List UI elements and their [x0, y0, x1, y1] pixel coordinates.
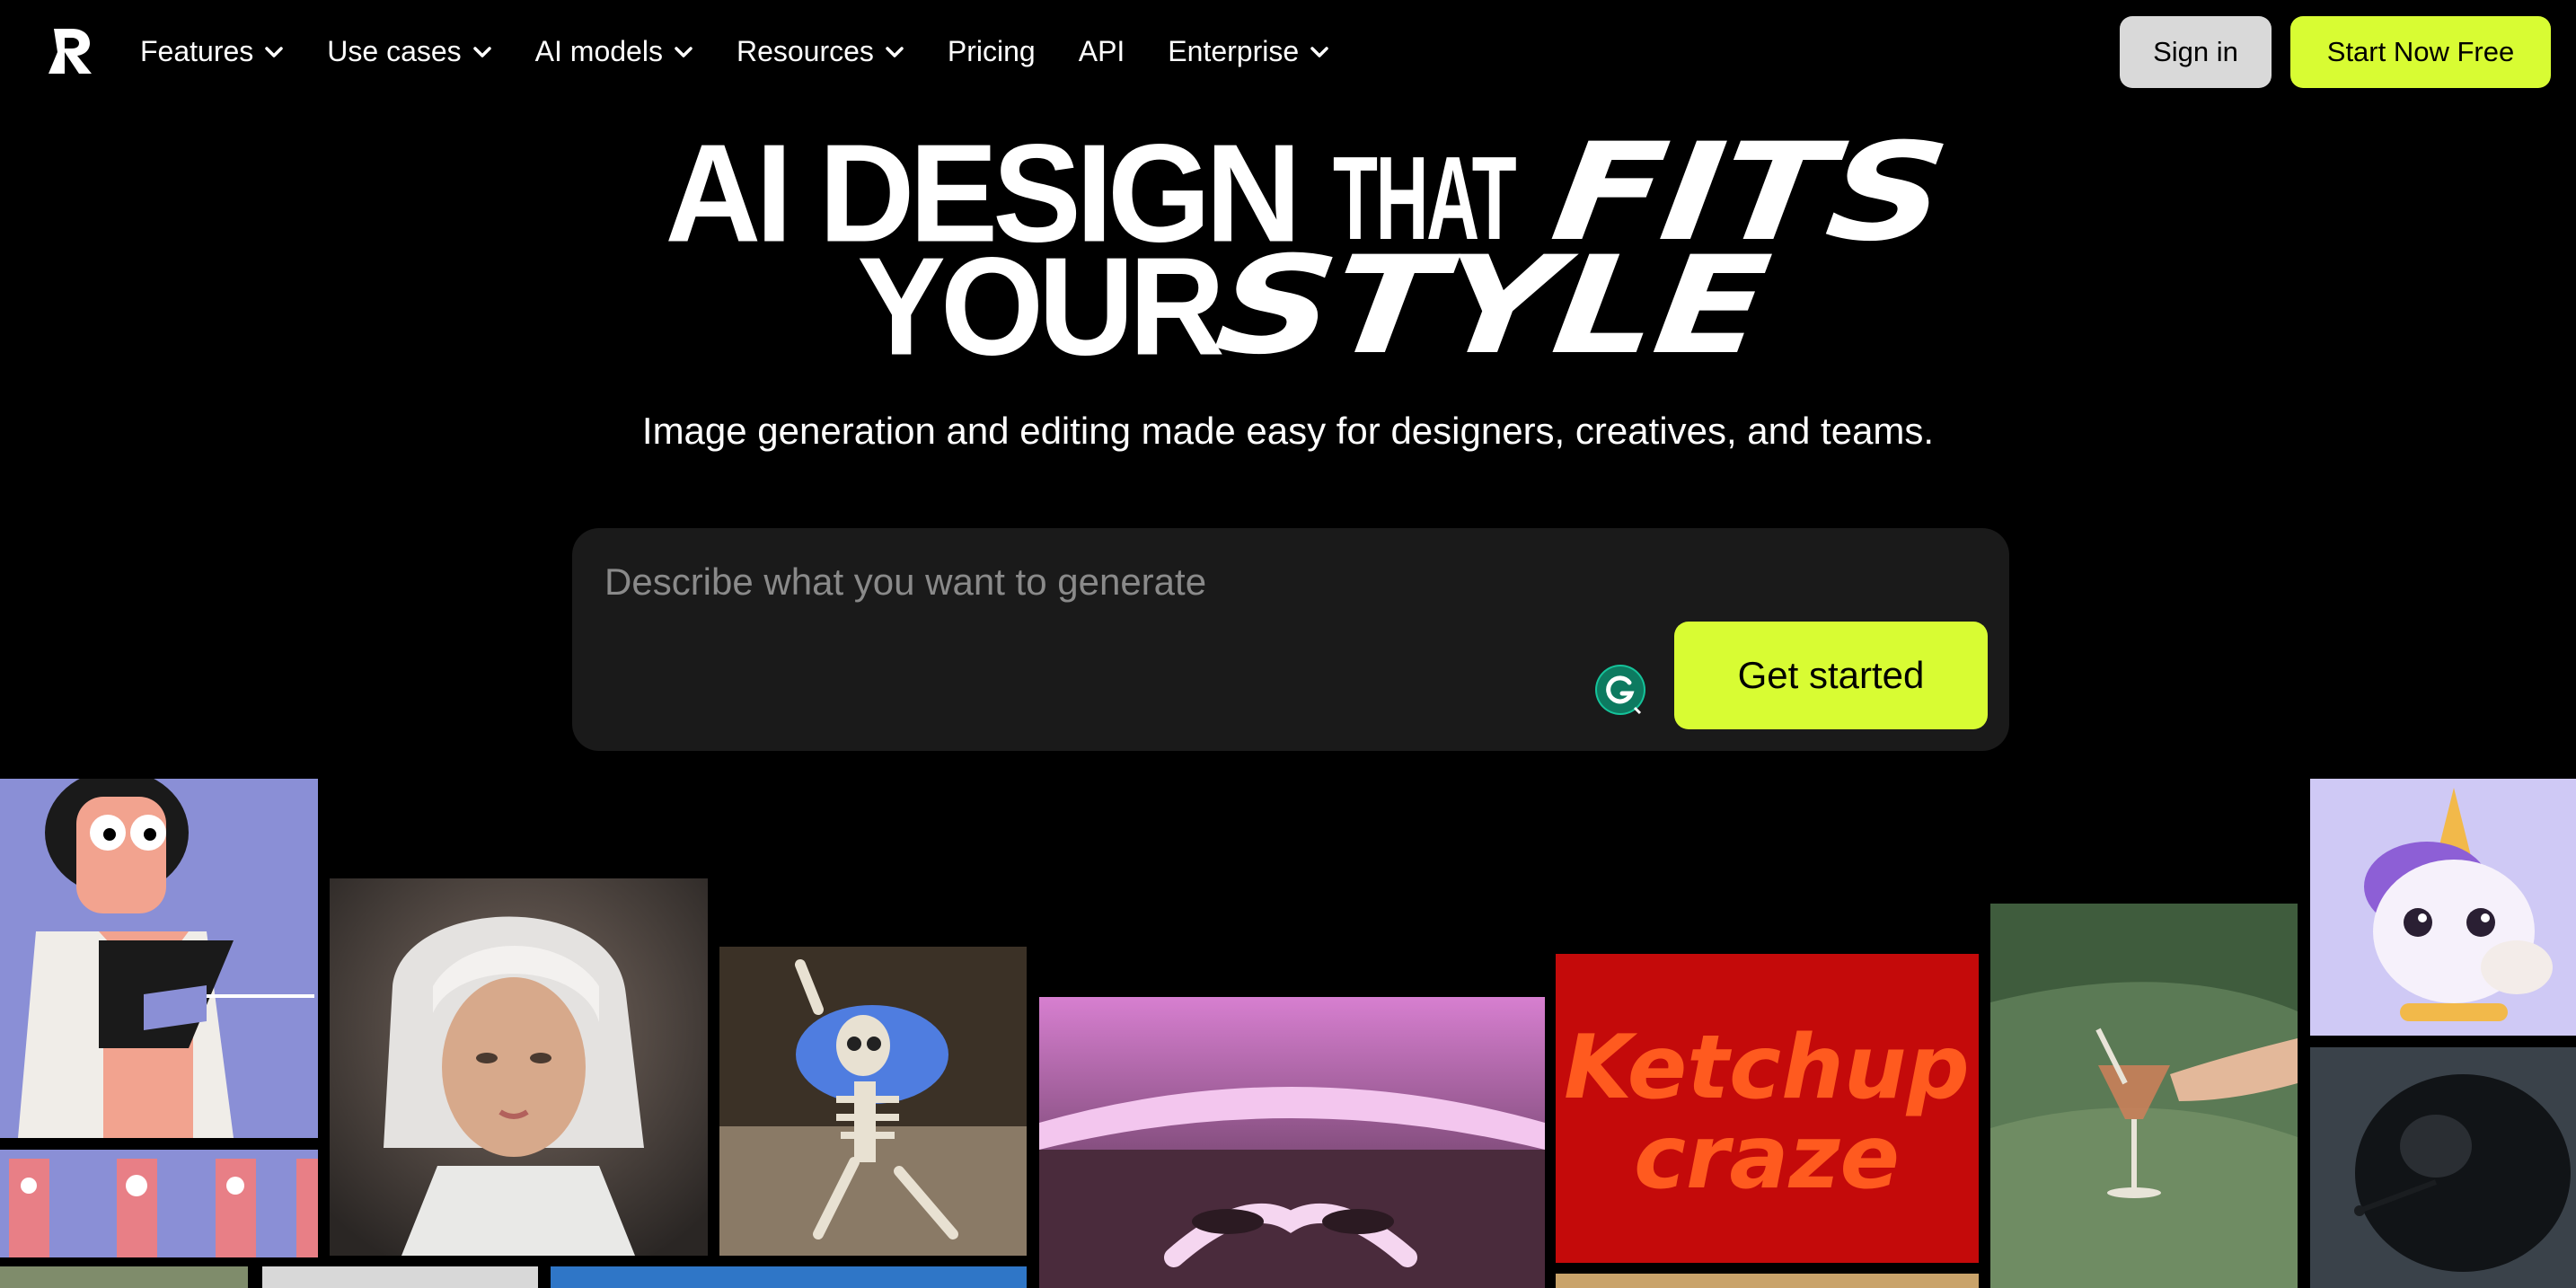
nav-pricing[interactable]: Pricing — [948, 35, 1036, 68]
prompt-input[interactable] — [604, 555, 1952, 609]
nav-resources-label: Resources — [736, 35, 874, 67]
nav-resources[interactable]: Resources — [737, 35, 904, 68]
gallery-tile-bars — [0, 1150, 318, 1257]
chevron-down-icon — [1310, 46, 1328, 57]
nav-pricing-label: Pricing — [947, 35, 1036, 67]
chevron-down-icon — [886, 46, 904, 57]
prompt-box: Get started — [572, 528, 2009, 751]
get-started-button[interactable]: Get started — [1674, 622, 1988, 729]
sign-in-button[interactable]: Sign in — [2120, 16, 2272, 88]
craze-word: craze — [1634, 1107, 1900, 1209]
headline-your: YOUR — [857, 228, 1225, 385]
brand-logo-icon[interactable] — [45, 25, 95, 75]
nav-api-label: API — [1078, 35, 1125, 67]
pink-goggles-portrait-image — [1039, 997, 1545, 1288]
gallery-tile-silver-hair-portrait[interactable] — [330, 878, 708, 1256]
gallery-tile-pink-goggles[interactable] — [1039, 997, 1545, 1288]
dark-creature-image — [2310, 1047, 2576, 1288]
nav-features-label: Features — [140, 35, 254, 67]
ketchup-word: Ketchup — [1564, 1017, 1970, 1119]
gallery-tile-small-1 — [0, 1266, 248, 1288]
nav-api[interactable]: API — [1079, 35, 1125, 68]
gallery-tile-ketchup-craze[interactable]: Ketchup craze — [1556, 954, 1979, 1263]
illustration-bars-image — [9, 1159, 318, 1257]
skeleton-blue-wig-image — [719, 947, 1027, 1256]
headline-line-1: AI DESIGN THAT FITS — [0, 115, 2576, 271]
gallery-tile-small-2 — [262, 1266, 538, 1288]
gallery-tile-unicorn[interactable] — [2310, 779, 2576, 1036]
hero-subtitle: Image generation and editing made easy f… — [641, 410, 1935, 452]
start-now-free-button[interactable]: Start Now Free — [2290, 16, 2551, 88]
gallery-tile-small-3 — [551, 1266, 1027, 1288]
headline-style: STYLE — [1206, 228, 1776, 384]
nav-enterprise-label: Enterprise — [1168, 35, 1300, 67]
main-menu: Features Use cases AI models Resources P… — [140, 0, 1329, 103]
ketchup-craze-artwork: Ketchup craze — [1556, 954, 1979, 1263]
nav-ai-models[interactable]: AI models — [535, 35, 693, 68]
chevron-down-icon — [675, 46, 693, 57]
gallery-tile-dark-creature[interactable] — [2310, 1047, 2576, 1288]
grammarly-icon[interactable] — [1593, 663, 1647, 717]
gallery-tile-skeleton[interactable] — [719, 947, 1027, 1256]
cocktail-green-couch-image — [1990, 904, 2298, 1288]
unicorn-3d-image — [2310, 779, 2576, 1036]
nav-features[interactable]: Features — [140, 35, 284, 68]
chevron-down-icon — [265, 46, 284, 57]
nav-use-cases-label: Use cases — [327, 35, 462, 67]
top-nav: Features Use cases AI models Resources P… — [0, 0, 2576, 103]
chevron-down-icon — [472, 46, 491, 57]
illustration-doctor-image — [0, 779, 318, 1138]
gallery-tile-tan — [1556, 1274, 1979, 1288]
nav-ai-models-label: AI models — [534, 35, 663, 67]
headline-line-2: YOUR STYLE — [0, 228, 2576, 384]
gallery-tile-cocktail[interactable] — [1990, 904, 2298, 1288]
nav-enterprise[interactable]: Enterprise — [1168, 35, 1329, 68]
portrait-silver-hair-image — [330, 878, 708, 1256]
nav-use-cases[interactable]: Use cases — [327, 35, 491, 68]
gallery-tile-illustrated-doctor[interactable] — [0, 779, 318, 1138]
hero-headline: AI DESIGN THAT FITS YOUR STYLE — [0, 115, 2576, 384]
